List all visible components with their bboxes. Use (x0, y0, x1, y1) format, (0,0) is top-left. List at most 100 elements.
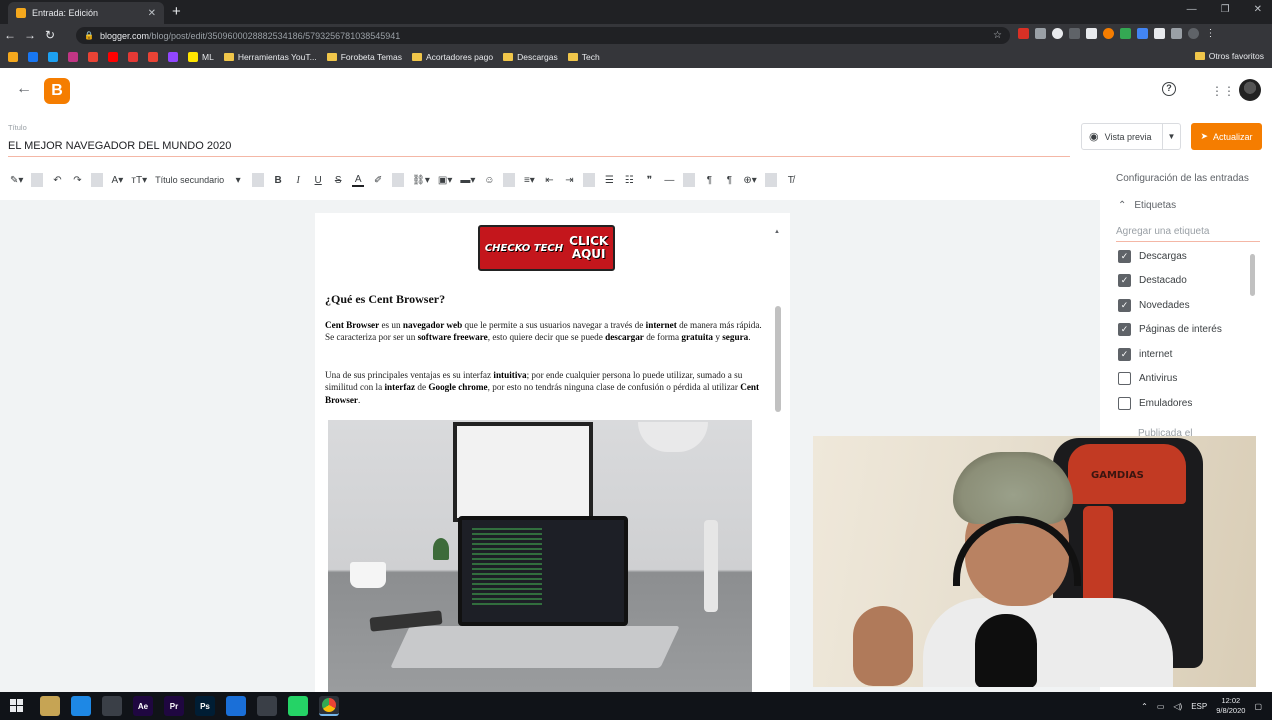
close-window-button[interactable]: ✕ (1254, 4, 1262, 15)
compose-mode-icon[interactable]: ✎▾ (10, 175, 23, 186)
taskbar-blue-app-icon[interactable] (226, 696, 246, 716)
extension-globe-icon[interactable] (1052, 28, 1063, 39)
bookmark-item[interactable] (128, 52, 138, 62)
language-indicator[interactable]: ESP (1191, 702, 1207, 711)
taskbar-edge-icon[interactable] (71, 696, 91, 716)
bookmark-item[interactable] (48, 52, 58, 62)
clock[interactable]: 12:02 9/8/2020 (1216, 696, 1245, 716)
checkbox-checked-icon[interactable]: ✓ (1118, 347, 1131, 361)
bold-icon[interactable]: B (272, 175, 284, 186)
update-button[interactable]: ➤ Actualizar (1191, 123, 1262, 150)
labels-section-toggle[interactable]: ⌃ Etiquetas (1118, 200, 1176, 211)
editor-scrollbar[interactable]: ▲ (774, 220, 782, 690)
tab-close-icon[interactable]: ✕ (148, 8, 156, 19)
italic-icon[interactable]: I (292, 175, 304, 186)
bookmark-item[interactable] (108, 52, 118, 62)
horizontal-rule-icon[interactable]: — (663, 175, 675, 186)
bookmark-item[interactable] (168, 52, 178, 62)
underline-icon[interactable]: U (312, 175, 324, 186)
font-size-icon[interactable]: тT▾ (131, 175, 147, 186)
taskbar-whatsapp-icon[interactable] (288, 696, 308, 716)
minimize-button[interactable]: — (1187, 4, 1197, 15)
rtl-icon[interactable]: ¶ (723, 175, 735, 186)
checkbox-checked-icon[interactable]: ✓ (1118, 298, 1131, 312)
tray-overflow-icon[interactable]: ⌃ (1141, 702, 1148, 711)
taskbar-premiere-icon[interactable]: Pr (164, 696, 184, 716)
chrome-menu-icon[interactable]: ⋮ (1205, 28, 1216, 39)
extension-orange-icon[interactable] (1103, 28, 1114, 39)
heading-dropdown-icon[interactable]: ▾ (232, 175, 244, 186)
bulleted-list-icon[interactable]: ☰ (603, 175, 615, 186)
taskbar-app-dark-icon[interactable] (257, 696, 277, 716)
indent-less-icon[interactable]: ⇤ (543, 175, 555, 186)
redo-icon[interactable]: ↷ (71, 175, 83, 186)
video-icon[interactable]: ▬▾ (460, 175, 475, 186)
browser-tab[interactable]: Entrada: Edición ✕ (8, 2, 164, 24)
font-icon[interactable]: A▾ (111, 175, 124, 186)
other-bookmarks[interactable]: Otros favoritos (1194, 51, 1264, 61)
extension-gray-icon[interactable] (1171, 28, 1182, 39)
extension-blue-icon[interactable] (1137, 28, 1148, 39)
image-icon[interactable]: ▣▾ (438, 175, 452, 186)
label-option[interactable]: ✓ Descargas (1118, 244, 1252, 269)
label-option[interactable]: ✓ internet (1118, 342, 1252, 367)
label-option[interactable]: Antivirus (1118, 367, 1252, 392)
label-option[interactable]: ✓ Destacado (1118, 269, 1252, 294)
reload-icon[interactable]: ↻ (40, 28, 60, 42)
checkbox-checked-icon[interactable]: ✓ (1118, 249, 1131, 263)
preview-button[interactable]: ◉ Vista previa ▼ (1081, 123, 1181, 150)
bookmark-item[interactable]: Acortadores pago (411, 52, 493, 62)
taskbar-after-effects-icon[interactable]: Ae (133, 696, 153, 716)
quote-icon[interactable]: ❞ (643, 175, 655, 186)
emoji-icon[interactable]: ☺ (483, 175, 495, 186)
extension-mail-icon[interactable] (1035, 28, 1046, 39)
align-icon[interactable]: ≡▾ (523, 175, 535, 186)
bookmark-item[interactable] (148, 52, 158, 62)
taskbar-photoshop-icon[interactable]: Ps (195, 696, 215, 716)
checkbox-checked-icon[interactable]: ✓ (1118, 323, 1131, 337)
checkbox-unchecked-icon[interactable] (1118, 396, 1131, 410)
desk-laptop-photo[interactable] (328, 420, 752, 692)
label-option[interactable]: ✓ Páginas de interés (1118, 318, 1252, 343)
back-icon[interactable]: ← (16, 80, 32, 98)
preview-dropdown-icon[interactable]: ▼ (1162, 124, 1180, 149)
click-aqui-banner-image[interactable]: CHECKO TECH CLICK AQUI (478, 225, 615, 271)
bookmark-star-icon[interactable]: ☆ (993, 30, 1002, 41)
bookmark-item[interactable]: Forobeta Temas (326, 52, 402, 62)
taskbar-file-explorer-icon[interactable] (40, 696, 60, 716)
bookmark-item[interactable]: Tech (567, 52, 600, 62)
label-option[interactable]: ✓ Novedades (1118, 293, 1252, 318)
text-color-icon[interactable]: A (352, 174, 365, 187)
extension-gear-icon[interactable] (1069, 28, 1080, 39)
strikethrough-icon[interactable]: S (332, 175, 344, 186)
forward-arrow-icon[interactable]: → (20, 28, 40, 42)
network-icon[interactable]: ▭ (1157, 702, 1165, 711)
checkbox-checked-icon[interactable]: ✓ (1118, 274, 1131, 288)
bookmark-item[interactable] (68, 52, 78, 62)
labels-scroll-thumb[interactable] (1250, 254, 1255, 296)
maximize-button[interactable]: ❐ (1221, 4, 1230, 15)
heading-select[interactable]: Título secundario (155, 175, 224, 185)
scroll-up-icon[interactable]: ▲ (774, 229, 780, 235)
profile-avatar-icon[interactable] (1188, 28, 1199, 39)
label-option[interactable]: Emuladores (1118, 391, 1252, 416)
back-arrow-icon[interactable]: ← (0, 28, 20, 42)
post-title-input[interactable]: EL MEJOR NAVEGADOR DEL MUNDO 2020 (8, 140, 1070, 157)
bookmark-item[interactable] (88, 52, 98, 62)
bookmark-item[interactable] (28, 52, 38, 62)
volume-icon[interactable]: ◁) (1173, 702, 1182, 711)
taskbar-chrome-gray-icon[interactable] (102, 696, 122, 716)
undo-icon[interactable]: ↶ (51, 175, 63, 186)
account-avatar[interactable] (1239, 79, 1261, 101)
indent-more-icon[interactable]: ⇥ (563, 175, 575, 186)
clear-formatting-icon[interactable]: T̸ (785, 175, 797, 186)
extensions-puzzle-icon[interactable] (1154, 28, 1165, 39)
new-tab-button[interactable]: + (172, 3, 181, 20)
bookmark-item[interactable] (8, 52, 18, 62)
windows-start-icon[interactable] (10, 699, 24, 713)
taskbar-chrome-icon[interactable] (319, 696, 339, 716)
ltr-icon[interactable]: ¶ (703, 175, 715, 186)
scroll-thumb[interactable] (775, 306, 781, 412)
highlight-icon[interactable]: ✐ (372, 175, 384, 186)
extension-green-icon[interactable] (1120, 28, 1131, 39)
